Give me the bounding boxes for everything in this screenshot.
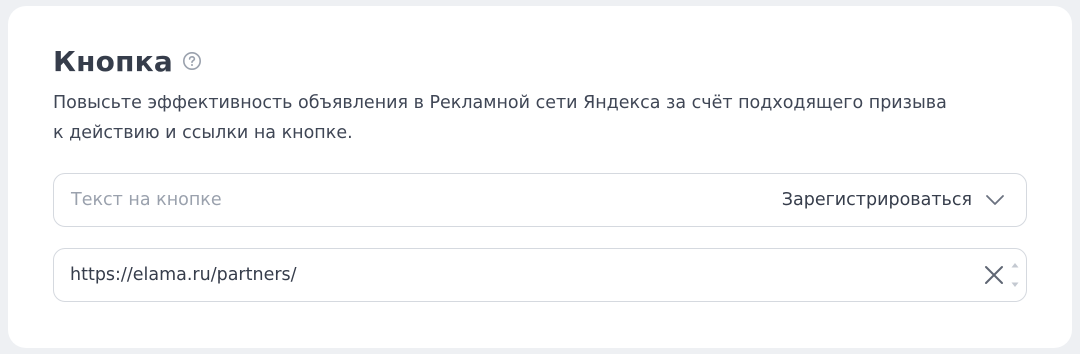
- section-title: Кнопка: [53, 44, 173, 78]
- caret-down-icon[interactable]: [1010, 280, 1020, 290]
- button-text-select-value: Зарегистрироваться: [781, 190, 972, 210]
- caret-up-icon[interactable]: [1010, 260, 1020, 270]
- button-url-input[interactable]: [70, 255, 982, 295]
- question-circle-icon[interactable]: [182, 51, 202, 71]
- section-header: Кнопка: [53, 42, 202, 80]
- close-icon[interactable]: [982, 263, 1006, 287]
- button-text-select-label: Текст на кнопке: [71, 190, 222, 210]
- description-line: Повысьте эффективность объявления в Рекл…: [53, 93, 947, 113]
- description-line: к действию и ссылки на кнопке.: [53, 123, 353, 143]
- button-url-field: [53, 248, 1027, 302]
- chevron-down-icon[interactable]: [984, 189, 1006, 211]
- button-text-select[interactable]: Текст на кнопке Зарегистрироваться: [53, 173, 1027, 227]
- button-settings-card: Кнопка Повысьте эффективность объявления…: [8, 6, 1072, 348]
- number-spinner: [1010, 260, 1020, 290]
- section-description: Повысьте эффективность объявления в Рекл…: [53, 88, 1013, 148]
